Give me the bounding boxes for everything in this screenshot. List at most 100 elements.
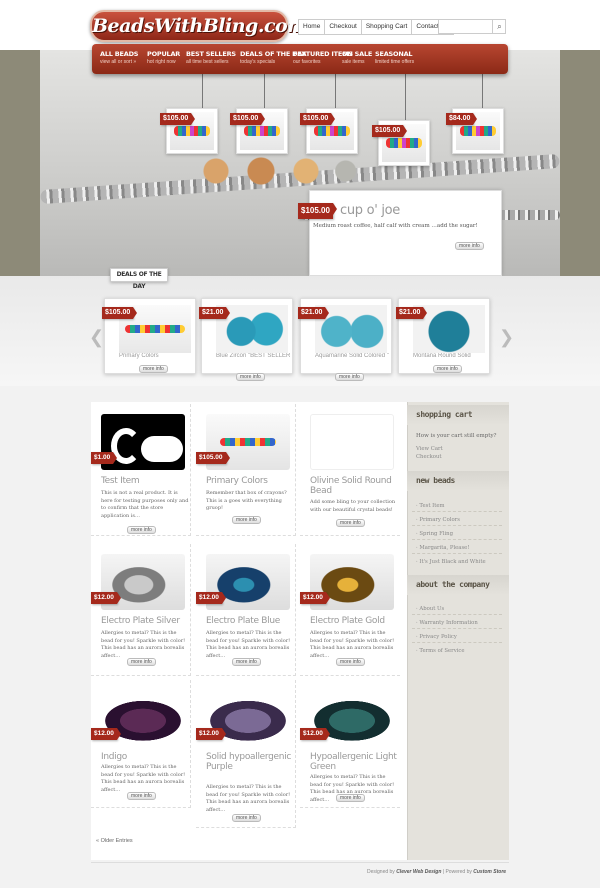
price-tag: $105.00	[160, 113, 196, 125]
main-nav-popular[interactable]: POPULAR hot right now	[147, 50, 180, 65]
site-logo[interactable]: BeadsWithBling.com	[90, 10, 307, 42]
sidebar-link[interactable]: · Spring Fling	[416, 530, 453, 538]
sidebar-link[interactable]: · About Us	[416, 605, 444, 613]
shopping-cart-heading: shopping cart	[407, 405, 509, 425]
price-tag: $21.00	[199, 307, 231, 319]
older-entries-link[interactable]: « Older Entries	[96, 838, 133, 844]
product-card[interactable]: $12.00 Electro Plate Gold Allergies to m…	[300, 544, 400, 676]
nav-title: ON SALE	[342, 50, 373, 58]
price-tag: $84.00	[446, 113, 478, 125]
hanging-string	[202, 74, 203, 108]
divider	[412, 539, 502, 540]
deal-card[interactable]: $105.00 Primary Colors more info	[102, 298, 196, 374]
more-info-button[interactable]: more info	[336, 658, 365, 666]
main-nav-best-sellers[interactable]: BEST SELLERS all time best sellers	[186, 50, 236, 65]
main-nav-seasonal[interactable]: SEASONAL limited time offers	[375, 50, 414, 65]
more-info-button[interactable]: more info	[433, 365, 462, 373]
product-description: This is not a real product. It is here f…	[101, 490, 189, 519]
deal-card[interactable]: $21.00 Aquamarine Solid Colored "HOT SEL…	[298, 298, 392, 381]
new-beads-heading: new beads	[407, 471, 509, 491]
featured-product-title[interactable]: cup o' joe	[340, 203, 400, 218]
chevron-left-icon[interactable]: ❮	[89, 327, 104, 347]
chevron-right-icon[interactable]: ❯	[499, 327, 514, 347]
more-info-button[interactable]: more info	[127, 658, 156, 666]
designer-link[interactable]: Clever Web Design	[396, 869, 441, 875]
featured-product-description: Medium roast coffee, half calf with crea…	[313, 223, 478, 229]
deal-name: Montana Round Solid	[413, 353, 471, 359]
deal-card[interactable]: $21.00 Montana Round Solid more info	[396, 298, 490, 374]
deal-card[interactable]: $21.00 Blue Zircon "BEST SELLER" more in…	[199, 298, 293, 381]
product-name[interactable]: Solid hypoallergenic Purple	[206, 752, 294, 772]
more-info-button[interactable]: more info	[336, 519, 365, 527]
search-icon[interactable]: ⌕	[492, 19, 506, 34]
top-nav-shopping-cart[interactable]: Shopping Cart	[361, 19, 413, 35]
price-tag: $12.00	[300, 592, 330, 604]
hanging-string	[335, 74, 336, 108]
footer-text: Designed by	[367, 869, 395, 875]
product-card[interactable]: $1.00 Test Item This is not a real produ…	[91, 404, 191, 536]
view-cart-link[interactable]: View Cart	[416, 445, 443, 453]
price-tag: $12.00	[196, 728, 226, 740]
sidebar-link[interactable]: · It's Just Black and White	[416, 558, 486, 566]
sidebar-link[interactable]: · Terms of Service	[416, 647, 465, 655]
link-label: Terms of Service	[419, 648, 465, 654]
more-info-button[interactable]: more info	[127, 792, 156, 800]
product-description: Allergies to metal? This is the bead for…	[101, 630, 186, 659]
product-name[interactable]: Hypoallergenic Light Green	[310, 752, 398, 772]
product-description: Allergies to metal? This is the bead for…	[206, 784, 291, 813]
hanging-string	[405, 74, 406, 120]
product-name[interactable]: Electro Plate Blue	[206, 616, 294, 626]
sidebar-link[interactable]: · Margarita, Please!	[416, 544, 469, 552]
sidebar-link[interactable]: · Primary Colors	[416, 516, 460, 524]
nav-title: ALL BEADS	[100, 50, 139, 58]
sidebar-link[interactable]: · Warranty Information	[416, 619, 478, 627]
more-info-button[interactable]: more info	[139, 365, 168, 373]
main-nav-on-sale[interactable]: ON SALE sale items	[342, 50, 372, 65]
product-name[interactable]: Indigo	[101, 752, 189, 762]
price-tag: $105.00	[196, 452, 229, 464]
product-card[interactable]: $12.00 Electro Plate Blue Allergies to m…	[196, 544, 296, 676]
product-name[interactable]: Electro Plate Silver	[101, 616, 189, 626]
more-info-button[interactable]: more info	[335, 373, 364, 381]
top-nav-home[interactable]: Home	[298, 19, 326, 35]
product-card[interactable]: $105.00 Primary Colors Remember that box…	[196, 404, 296, 536]
product-card[interactable]: $12.00 Hypoallergenic Light Green Allerg…	[300, 680, 400, 808]
more-info-button[interactable]: more info	[232, 814, 261, 822]
main-nav-all-beads[interactable]: ALL BEADS view all or sort »	[100, 50, 138, 65]
nav-title: SEASONAL	[375, 50, 413, 58]
featured-price-tag: $105.00	[298, 203, 337, 219]
platform-link[interactable]: Custom Store	[473, 869, 506, 875]
about-company-heading: about the company	[407, 575, 509, 595]
product-image	[310, 414, 394, 470]
more-info-button[interactable]: more info	[455, 242, 484, 250]
more-info-button[interactable]: more info	[232, 516, 261, 524]
product-name[interactable]: Test Item	[101, 476, 189, 486]
product-card[interactable]: $12.00 Indigo Allergies to metal? This i…	[91, 680, 191, 808]
product-name[interactable]: Electro Plate Gold	[310, 616, 398, 626]
product-name[interactable]: Olivine Solid Round Bead	[310, 476, 398, 496]
product-card[interactable]: $12.00 Solid hypoallergenic Purple Aller…	[196, 680, 296, 828]
more-info-button[interactable]: more info	[236, 373, 265, 381]
link-label: About Us	[419, 606, 445, 612]
top-nav: Home Checkout Shopping Cart Contact Us	[298, 19, 454, 35]
price-tag: $12.00	[91, 592, 121, 604]
top-nav-checkout[interactable]: Checkout	[325, 19, 362, 35]
link-label: Test Item	[419, 503, 445, 509]
price-tag: $105.00	[300, 113, 336, 125]
product-card[interactable]: $12.00 Electro Plate Silver Allergies to…	[91, 544, 191, 676]
more-info-button[interactable]: more info	[336, 794, 365, 802]
hanging-string	[482, 74, 483, 108]
price-tag: $1.00	[91, 452, 118, 464]
nav-subtitle: hot right now	[147, 59, 176, 65]
more-info-button[interactable]: more info	[232, 658, 261, 666]
product-card[interactable]: Olivine Solid Round Bead Add some bling …	[300, 404, 400, 536]
sidebar-link[interactable]: · Test Item	[416, 502, 445, 510]
checkout-link[interactable]: Checkout	[416, 453, 442, 461]
cart-empty-text: How is your cart still empty?	[416, 433, 497, 439]
more-info-button[interactable]: more info	[127, 526, 156, 534]
price-tag: $21.00	[298, 307, 330, 319]
sidebar-link[interactable]: · Privacy Policy	[416, 633, 457, 641]
page-side-background-left	[0, 50, 40, 288]
product-name[interactable]: Primary Colors	[206, 476, 294, 486]
hero-beads-image	[180, 150, 360, 192]
